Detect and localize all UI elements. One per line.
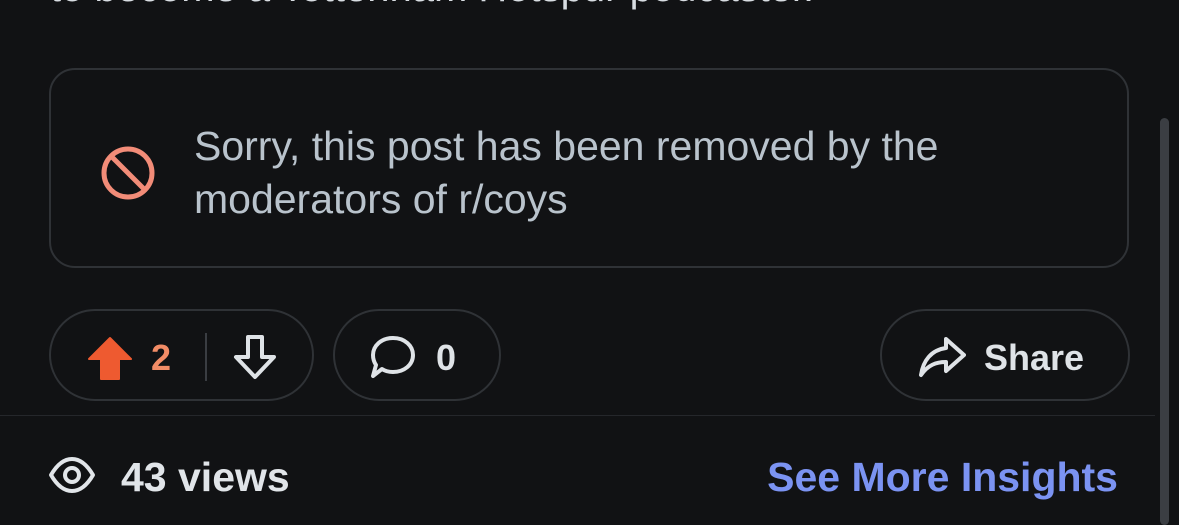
prohibited-icon	[101, 146, 155, 200]
share-arrow-icon	[919, 337, 966, 377]
scrollbar[interactable]	[1160, 118, 1169, 525]
arrow-down-outline-icon[interactable]	[232, 333, 278, 381]
eye-icon	[49, 457, 95, 493]
speech-bubble-icon	[371, 336, 415, 378]
removed-notice-text: Sorry, this post has been removed by the…	[194, 123, 939, 222]
vote-divider	[205, 333, 207, 381]
share-label: Share	[984, 337, 1085, 378]
view-count: 43 views	[121, 454, 290, 500]
post-detail-page: to become a Tottenham Hotspur podcaster.…	[0, 0, 1179, 525]
vote-control: 2	[49, 309, 314, 401]
section-divider	[0, 415, 1155, 416]
comment-button[interactable]: 0	[333, 309, 501, 401]
share-button[interactable]: Share	[880, 309, 1130, 401]
comment-count: 0	[436, 337, 457, 378]
arrow-up-filled-icon[interactable]	[87, 335, 133, 381]
removed-notice-card: Sorry, this post has been removed by the…	[49, 68, 1129, 268]
post-body-text: to become a Tottenham Hotspur podcaster.	[50, 0, 814, 11]
see-more-insights-link[interactable]: See More Insights	[767, 454, 1118, 501]
vote-score: 2	[151, 337, 172, 378]
